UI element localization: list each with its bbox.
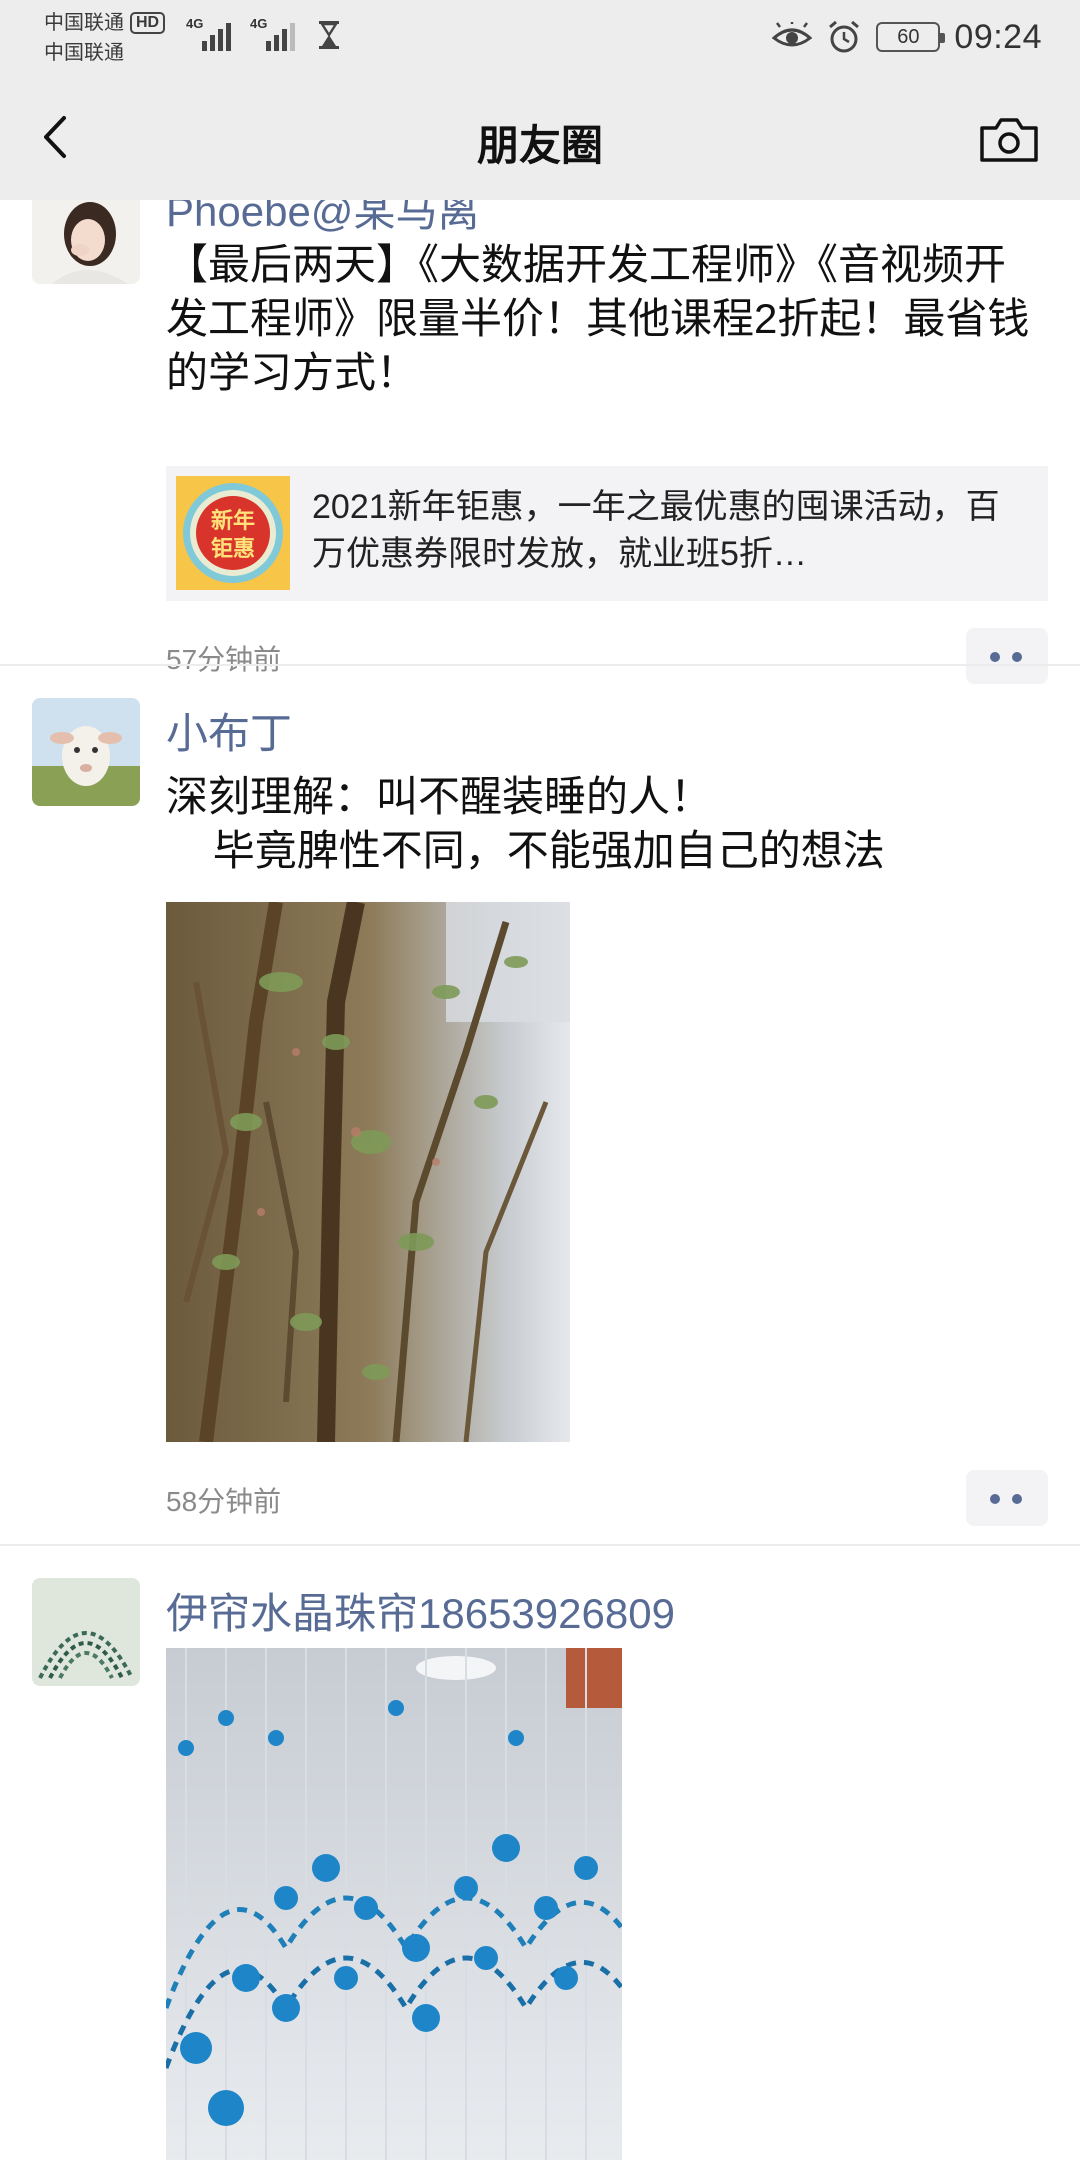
avatar[interactable]	[32, 1578, 140, 1686]
moment-post: 小布丁 深刻理解：叫不醒装睡的人！ 毕竟脾性不同，不能强加自己的想法 58分钟前	[0, 666, 1080, 1546]
hourglass-icon	[319, 21, 339, 49]
post-time: 58分钟前	[166, 1486, 282, 1517]
page-title: 朋友圈	[476, 122, 603, 169]
camera-icon[interactable]	[978, 114, 1040, 166]
clock: 09:24	[954, 17, 1042, 56]
comment-menu-button[interactable]	[966, 1470, 1048, 1526]
link-description: 2021新年钜惠，一年之最优惠的囤课活动，百万优惠券限时发放，就业班5折…	[312, 488, 1000, 573]
moment-post: 伊帘水晶珠帘18653926809	[0, 1546, 1080, 2160]
post-content: 深刻理解：叫不醒装睡的人！ 毕竟脾性不同，不能强加自己的想法	[166, 773, 885, 874]
dot-icon	[1012, 652, 1022, 662]
post-author-name[interactable]: Phoebe@某马离	[166, 200, 479, 239]
moments-screen: 中国联通 HD 中国联通 4G 4G 60 09:24 朋友圈 Phoebe@某…	[0, 0, 1080, 2160]
svg-text:新年: 新年	[211, 508, 255, 534]
hd-badge: HD	[130, 12, 166, 34]
eye-comfort-icon	[772, 22, 813, 47]
link-thumbnail: 新年 钜惠	[176, 476, 290, 590]
status-right: 60 09:24	[772, 14, 1042, 60]
dot-icon	[1012, 1494, 1022, 1504]
status-bar: 中国联通 HD 中国联通 4G 4G 60 09:24	[0, 0, 1080, 74]
dot-icon	[990, 652, 1000, 662]
shared-link-card[interactable]: 新年 钜惠 2021新年钜惠，一年之最优惠的囤课活动，百万优惠券限时发放，就业班…	[166, 466, 1048, 601]
alarm-icon	[829, 20, 860, 53]
dot-icon	[990, 1494, 1000, 1504]
post-photo[interactable]	[166, 902, 570, 1442]
carrier-1: 中国联通	[44, 12, 124, 34]
avatar[interactable]	[32, 200, 140, 284]
nav-bar: 朋友圈	[0, 74, 1080, 200]
carrier-2: 中国联通	[44, 42, 124, 64]
avatar[interactable]	[32, 698, 140, 806]
post-author-name[interactable]: 伊帘水晶珠帘18653926809	[166, 1580, 675, 1641]
post-author-name[interactable]: 小布丁	[166, 700, 292, 761]
battery-icon: 60	[876, 22, 946, 52]
moments-feed[interactable]: Phoebe@某马离 【最后两天】《大数据开发工程师》《音视频开发工程师》限量半…	[0, 200, 1080, 2160]
svg-text:钜惠: 钜惠	[211, 536, 255, 562]
post-photo[interactable]	[166, 1648, 622, 2160]
post-content: 【最后两天】《大数据开发工程师》《音视频开发工程师》限量半价！其他课程2折起！最…	[166, 241, 1030, 396]
carrier-info: 中国联通 HD 中国联通	[44, 8, 166, 68]
